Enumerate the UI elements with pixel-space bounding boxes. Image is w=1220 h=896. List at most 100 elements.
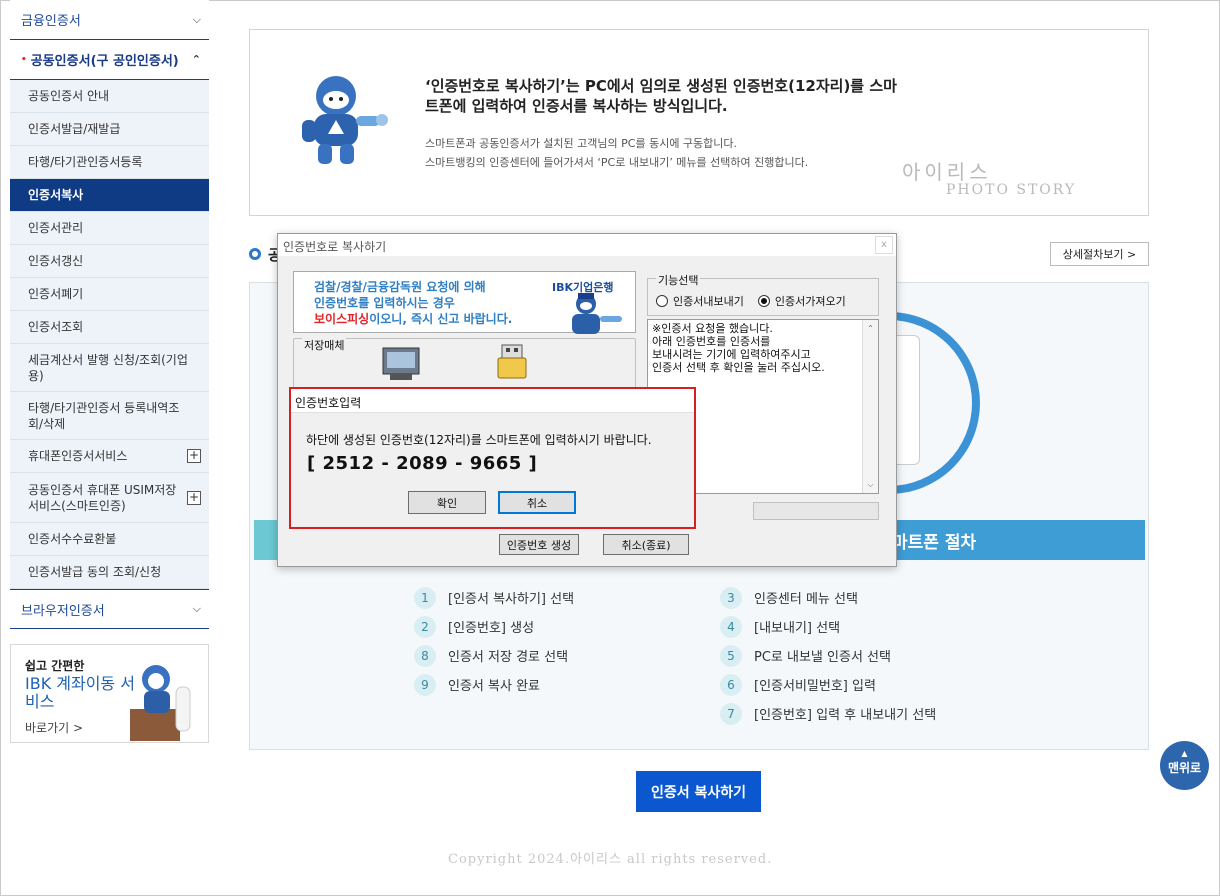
warning-line: 이오니, 즉시 신고 바랍니다. [369, 312, 513, 326]
sidebar-item[interactable]: 인증서관리 [10, 212, 209, 245]
scroll-down-icon[interactable]: ⌵ [863, 478, 878, 491]
code-input-dialog: 인증번호입력 하단에 생성된 인증번호(12자리)를 스마트폰에 입력하시기 바… [291, 389, 694, 527]
active-marker-icon: • [21, 55, 27, 65]
mascot-desk-icon [130, 665, 191, 741]
code-dialog-message: 하단에 생성된 인증번호(12자리)를 스마트폰에 입력하시기 바랍니다. [306, 433, 652, 447]
sidebar-item-label: 휴대폰인증서서비스 [28, 449, 128, 463]
chevron-up-icon: ⌃ [191, 53, 201, 66]
message-text: ※인증서 요청을 했습니다. 아래 인증번호를 인증서를 보내시려는 기기에 입… [652, 322, 825, 374]
step-number: 1 [414, 586, 436, 609]
sidebar-item[interactable]: 인증서수수료환불 [10, 523, 209, 556]
function-label: 기능선택 [656, 272, 701, 288]
step-text: [인증서비밀번호] 입력 [754, 679, 876, 694]
step-item: 8 인증서 저장 경로 선택 [414, 641, 574, 670]
mascot-icon [302, 76, 388, 164]
radio-label: 인증서가져오기 [774, 295, 846, 308]
info-headline: ‘인증번호로 복사하기’는 PC에서 임의로 생성된 인증번호(12자리)를 스… [425, 77, 897, 115]
banner-link[interactable]: 바로가기 > [25, 719, 83, 736]
sidebar-item[interactable]: 인증서발급 동의 조회/신청 [10, 556, 209, 589]
step-number: 9 [414, 673, 436, 696]
sidebar-item[interactable]: 인증서폐기 [10, 278, 209, 311]
banner-title: IBK 계좌이동 서비스 [25, 674, 135, 711]
phishing-warning-banner: 검찰/경찰/금융감독원 요청에 의해 인증번호를 입력하시는 경우 보이스피싱이… [293, 271, 636, 334]
guard-mascot-icon [572, 293, 622, 334]
step-item: 7 [인증번호] 입력 후 내보내기 선택 [720, 699, 936, 728]
step-text: PC로 내보낼 인증서 선택 [754, 650, 891, 665]
generate-code-button[interactable]: 인증번호 생성 [499, 534, 579, 555]
sidebar-item[interactable]: 인증서복사 [10, 179, 209, 212]
watermark-text: PHOTO STORY [946, 182, 1077, 198]
sidebar-item[interactable]: 인증서조회 [10, 311, 209, 344]
cancel-button[interactable]: 취소 [498, 491, 576, 514]
step-text: [인증번호] 입력 후 내보내기 선택 [754, 708, 937, 723]
step-text: [인증번호] 생성 [448, 621, 535, 636]
radio-export[interactable]: 인증서내보내기 [656, 293, 744, 309]
warning-line: 검찰/경찰/금융감독원 요청에 의해 [314, 280, 486, 294]
info-box: ‘인증번호로 복사하기’는 PC에서 임의로 생성된 인증번호(12자리)를 스… [249, 29, 1149, 216]
step-number: 2 [414, 615, 436, 638]
sidebar-item-label: 인증서폐기 [28, 287, 84, 301]
step-number: 3 [720, 586, 742, 609]
copy-certificate-button[interactable]: 인증서 복사하기 [636, 771, 761, 812]
sidebar-item-label: 인증서관리 [28, 221, 84, 235]
info-desc-line: 스마트폰과 공동인증서가 설치된 고객님의 PC를 동시에 구동합니다. [425, 137, 738, 150]
ok-button[interactable]: 확인 [408, 491, 486, 514]
sidebar-item-label: 인증서조회 [28, 320, 84, 334]
step-number: 8 [414, 644, 436, 667]
smartphone-procedure-bar: 마트폰 절차 [862, 520, 1145, 560]
sidebar-item[interactable]: 타행/타기관인증서등록 [10, 146, 209, 179]
step-item: 9 인증서 복사 완료 [414, 670, 574, 699]
sidebar-item[interactable]: 인증서발급/재발급 [10, 113, 209, 146]
sidebar-item-label: 인증서갱신 [28, 254, 84, 268]
expand-plus-icon[interactable]: + [187, 449, 201, 463]
sidebar-item[interactable]: 휴대폰인증서서비스 + [10, 440, 209, 473]
account-transfer-banner[interactable]: 쉽고 간편한 IBK 계좌이동 서비스 바로가기 > [10, 644, 209, 743]
warning-line: 인증번호를 입력하시는 경우 [314, 296, 455, 310]
progress-field [753, 502, 879, 520]
step-item: 6 [인증서비밀번호] 입력 [720, 670, 936, 699]
detail-procedure-button[interactable]: 상세절차보기 > [1050, 242, 1149, 266]
expand-plus-icon[interactable]: + [187, 490, 201, 505]
radio-label: 인증서내보내기 [673, 295, 744, 308]
scroll-top-button[interactable]: ▲ 맨위로 [1160, 741, 1209, 790]
sidebar-item[interactable]: 공동인증서 휴대폰 USIM저장서비스(스마트인증) + [10, 473, 209, 523]
menu-label: 공동인증서(구 공인인증서) [30, 54, 179, 69]
step-number: 6 [720, 673, 742, 696]
pc-steps: 1 [인증서 복사하기] 선택 2 [인증번호] 생성 8 인증서 저장 경로 선택 9 인증… [414, 583, 574, 699]
chevron-down-icon: ⌵ [192, 602, 201, 615]
menu-label: 금융인증서 [21, 14, 81, 29]
scroll-up-icon[interactable]: ⌃ [863, 322, 878, 335]
sidebar-item-label: 인증서발급 동의 조회/신청 [28, 565, 162, 579]
sidebar: 금융인증서 ⌵ • 공동인증서(구 공인인증서) ⌃ 공동인증서 안내인증서발급/… [10, 0, 209, 629]
cancel-exit-button[interactable]: 취소(종료) [603, 534, 689, 555]
step-item: 4 [내보내기] 선택 [720, 612, 936, 641]
info-desc-line: 스마트뱅킹의 인증센터에 들어가셔서 ‘PC로 내보내기’ 메뉴를 선택하여 진… [425, 156, 809, 169]
verification-code: [ 2512 - 2089 - 9665 ] [307, 453, 538, 474]
step-item: 1 [인증서 복사하기] 선택 [414, 583, 574, 612]
hard-disk-icon[interactable] [382, 347, 420, 381]
sidebar-item[interactable]: 인증서갱신 [10, 245, 209, 278]
menu-browser-cert[interactable]: 브라우저인증서 ⌵ [10, 589, 209, 629]
sidebar-item-label: 공동인증서 안내 [28, 89, 110, 103]
sidebar-item-label: 타행/타기관인증서등록 [28, 155, 143, 169]
close-button[interactable]: x [875, 236, 893, 254]
sidebar-item[interactable]: 세금계산서 발행 신청/조회(기업용) [10, 344, 209, 392]
sidebar-item[interactable]: 공동인증서 안내 [10, 80, 209, 113]
menu-financial-cert[interactable]: 금융인증서 ⌵ [10, 0, 209, 40]
banner-subtitle: 쉽고 간편한 [25, 659, 85, 673]
radio-import[interactable]: 인증서가져오기 [757, 293, 846, 309]
copyright: Copyright 2024.아이리스 all rights reserved. [448, 852, 773, 867]
step-item: 2 [인증번호] 생성 [414, 612, 574, 641]
scrollbar[interactable]: ⌃ ⌵ [862, 320, 878, 493]
function-select-group: 기능선택 인증서내보내기 인증서가져오기 [647, 272, 879, 316]
menu-joint-cert[interactable]: • 공동인증서(구 공인인증서) ⌃ [10, 40, 209, 80]
sidebar-item[interactable]: 타행/타기관인증서 등록내역조회/삭제 [10, 392, 209, 440]
step-number: 7 [720, 702, 742, 725]
removable-disk-icon[interactable] [494, 344, 530, 380]
step-item: 5 PC로 내보낼 인증서 선택 [720, 641, 936, 670]
step-number: 5 [720, 644, 742, 667]
scroll-top-label: 맨위로 [1167, 761, 1202, 775]
step-item: 3 인증센터 메뉴 선택 [720, 583, 936, 612]
arrow-up-icon: ▲ [1181, 749, 1188, 758]
step-number: 4 [720, 615, 742, 638]
